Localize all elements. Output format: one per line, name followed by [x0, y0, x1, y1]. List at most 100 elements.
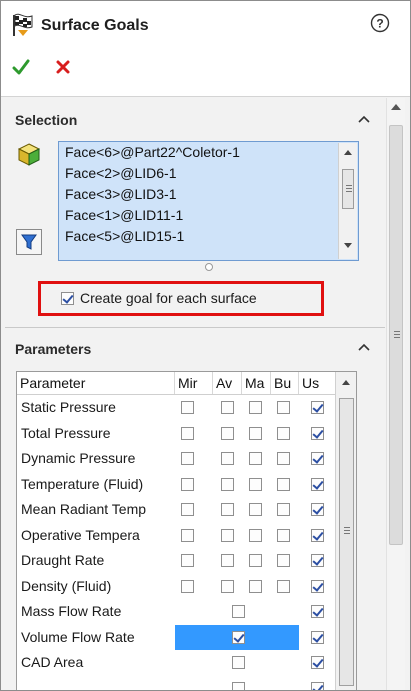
selection-filter-button[interactable]	[16, 229, 42, 255]
list-item[interactable]: Face<6>@Part22^Coletor-1	[59, 142, 358, 163]
av-checkbox[interactable]	[221, 401, 234, 414]
column-header-av[interactable]: Av	[213, 372, 242, 394]
face-selection-cube-icon	[17, 143, 41, 166]
use-for-convergence-checkbox[interactable]	[311, 579, 324, 593]
bulk-checkbox[interactable]	[277, 477, 290, 491]
column-header-use[interactable]: Us	[299, 372, 335, 394]
list-scroll-up-icon[interactable]	[344, 150, 352, 155]
column-header-parameter[interactable]: Parameter	[17, 372, 175, 394]
parameter-name: Volume Flow Rate	[21, 628, 135, 645]
table-row[interactable]: Dynamic Pressure	[17, 446, 335, 472]
parameter-name: Operative Tempera	[21, 526, 140, 543]
table-row[interactable]: Mean Radiant Temp	[17, 497, 335, 523]
collapse-selection-chevron-icon[interactable]	[358, 115, 370, 123]
value-checkbox[interactable]	[232, 630, 245, 644]
use-for-convergence-checkbox[interactable]	[311, 656, 324, 669]
red-x-icon[interactable]	[55, 59, 71, 75]
bulk-checkbox[interactable]	[277, 579, 290, 593]
panel-header: Surface Goals ?	[1, 1, 410, 96]
help-icon[interactable]: ?	[370, 13, 390, 33]
table-row[interactable]: CAD Area	[17, 650, 335, 676]
max-checkbox[interactable]	[249, 528, 262, 542]
max-checkbox[interactable]	[249, 426, 262, 440]
min-checkbox[interactable]	[181, 579, 194, 593]
bulk-checkbox[interactable]	[277, 452, 290, 465]
selected-faces-list[interactable]: Face<6>@Part22^Coletor-1 Face<2>@LID6-1 …	[58, 141, 359, 261]
panel-scrollbar[interactable]	[386, 98, 405, 690]
av-checkbox[interactable]	[221, 426, 234, 440]
create-goal-checkbox[interactable]	[61, 291, 74, 305]
column-header-bulk[interactable]: Bu	[271, 372, 299, 394]
max-checkbox[interactable]	[249, 503, 262, 516]
use-for-convergence-checkbox[interactable]	[311, 452, 324, 465]
table-row[interactable]: Temperature (Fluid)	[17, 472, 335, 498]
max-checkbox[interactable]	[249, 579, 262, 593]
max-checkbox[interactable]	[249, 401, 262, 414]
av-checkbox[interactable]	[221, 503, 234, 516]
parameter-name: Mean Radiant Temp	[21, 501, 147, 517]
use-for-convergence-checkbox[interactable]	[311, 477, 324, 491]
min-checkbox[interactable]	[181, 426, 194, 440]
list-item[interactable]: Face<5>@LID15-1	[59, 226, 358, 247]
table-row[interactable]: Static Pressure	[17, 395, 335, 421]
value-checkbox[interactable]	[232, 605, 245, 618]
min-checkbox[interactable]	[181, 528, 194, 542]
use-for-convergence-checkbox[interactable]	[311, 426, 324, 440]
table-scroll-up-icon[interactable]	[342, 380, 350, 385]
av-checkbox[interactable]	[221, 477, 234, 491]
list-item[interactable]: Face<2>@LID6-1	[59, 163, 358, 184]
use-for-convergence-checkbox[interactable]	[311, 605, 324, 618]
table-row[interactable]: Density (Fluid)	[17, 574, 335, 600]
list-item[interactable]: Face<3>@LID3-1	[59, 184, 358, 205]
use-for-convergence-checkbox[interactable]	[311, 528, 324, 542]
bulk-checkbox[interactable]	[277, 426, 290, 440]
av-checkbox[interactable]	[221, 554, 234, 567]
max-checkbox[interactable]	[249, 554, 262, 567]
min-checkbox[interactable]	[181, 503, 194, 516]
use-for-convergence-checkbox[interactable]	[311, 554, 324, 567]
scrollbar-thumb[interactable]	[389, 125, 403, 545]
list-resize-handle[interactable]	[205, 263, 213, 271]
table-scrollbar-thumb[interactable]	[339, 398, 354, 686]
use-for-convergence-checkbox[interactable]	[311, 401, 324, 414]
max-checkbox[interactable]	[249, 477, 262, 491]
bulk-checkbox[interactable]	[277, 554, 290, 567]
table-row[interactable]: Total Pressure	[17, 421, 335, 447]
table-row[interactable]: Volume Flow Rate	[17, 624, 335, 650]
use-for-convergence-checkbox[interactable]	[311, 503, 324, 516]
value-checkbox[interactable]	[232, 681, 245, 690]
av-checkbox[interactable]	[221, 579, 234, 593]
parameter-name: Static Pressure	[21, 399, 116, 415]
table-row[interactable]: Operative Tempera	[17, 523, 335, 549]
parameter-name: CAD Area	[21, 654, 84, 670]
list-scrollbar-thumb[interactable]	[342, 169, 354, 209]
column-header-min[interactable]: Mir	[175, 372, 213, 394]
scroll-up-arrow-icon[interactable]	[391, 104, 401, 110]
min-checkbox[interactable]	[181, 477, 194, 491]
use-for-convergence-checkbox[interactable]	[311, 681, 324, 690]
list-item[interactable]: Face<1>@LID11-1	[59, 205, 358, 226]
parameters-heading: Parameters	[15, 341, 92, 357]
value-checkbox[interactable]	[232, 656, 245, 669]
bulk-checkbox[interactable]	[277, 503, 290, 516]
bulk-checkbox[interactable]	[277, 528, 290, 542]
column-header-max[interactable]: Ma	[242, 372, 271, 394]
list-scroll-down-icon[interactable]	[344, 243, 352, 248]
min-checkbox[interactable]	[181, 452, 194, 465]
max-checkbox[interactable]	[249, 452, 262, 465]
min-checkbox[interactable]	[181, 554, 194, 567]
parameter-name: Temperature (Fluid)	[21, 475, 144, 492]
use-for-convergence-checkbox[interactable]	[311, 630, 324, 644]
create-goal-option[interactable]: Create goal for each surface	[61, 290, 257, 306]
collapse-parameters-chevron-icon[interactable]	[358, 343, 370, 351]
min-checkbox[interactable]	[181, 401, 194, 414]
list-scrollbar[interactable]	[338, 143, 357, 259]
table-row[interactable]: Mass Flow Rate	[17, 599, 335, 625]
av-checkbox[interactable]	[221, 528, 234, 542]
green-check-icon[interactable]	[12, 58, 30, 76]
table-row[interactable]	[17, 676, 335, 690]
av-checkbox[interactable]	[221, 452, 234, 465]
table-scrollbar[interactable]	[335, 372, 356, 690]
bulk-checkbox[interactable]	[277, 401, 290, 414]
table-row[interactable]: Draught Rate	[17, 548, 335, 574]
